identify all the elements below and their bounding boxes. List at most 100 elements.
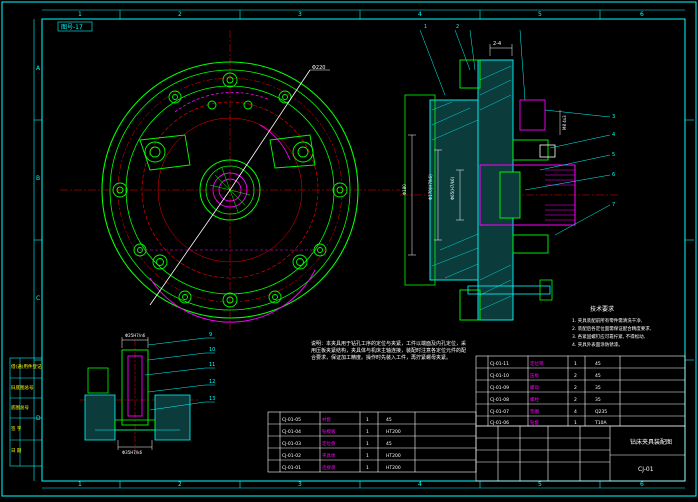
- svg-text:CJ-01-08: CJ-01-08: [490, 397, 509, 403]
- svg-text:2: 2: [178, 11, 182, 18]
- svg-text:1: 1: [366, 441, 369, 447]
- balloons-left: 9 10 11 12 13: [209, 332, 215, 402]
- dim-left-1: Φ180: [402, 184, 407, 195]
- svg-text:11: 11: [209, 362, 215, 368]
- svg-text:10: 10: [209, 347, 215, 353]
- svg-text:35: 35: [595, 397, 601, 403]
- svg-text:A: A: [36, 65, 41, 72]
- title-block: [475, 425, 686, 482]
- svg-text:旧底图总号: 旧底图总号: [11, 384, 34, 391]
- svg-text:2: 2: [574, 373, 577, 379]
- svg-text:D: D: [36, 415, 41, 422]
- svg-text:1: 1: [78, 481, 82, 488]
- diameter-label: Φ220: [312, 65, 325, 71]
- svg-text:4: 4: [612, 132, 615, 138]
- svg-text:3. 各紧固螺钉应可靠拧紧, 不得松动,: 3. 各紧固螺钉应可靠拧紧, 不得松动,: [572, 333, 645, 340]
- svg-text:1: 1: [366, 429, 369, 435]
- svg-text:衬套: 衬套: [322, 416, 331, 423]
- svg-text:CJ-01-09: CJ-01-09: [490, 385, 509, 391]
- svg-text:5: 5: [538, 481, 542, 488]
- svg-text:1: 1: [366, 417, 369, 423]
- svg-text:2: 2: [574, 385, 577, 391]
- svg-text:2: 2: [574, 397, 577, 403]
- svg-text:45: 45: [595, 361, 601, 367]
- svg-text:1: 1: [424, 24, 427, 30]
- svg-text:T10A: T10A: [594, 420, 607, 426]
- svg-text:6: 6: [640, 481, 644, 488]
- svg-text:CJ-01-06: CJ-01-06: [490, 420, 509, 426]
- center-note: 说明：本夹具用于钻孔工序的定位与夹紧，工件以端面及内孔定位，采用压板夹紧结构，夹…: [311, 341, 467, 361]
- svg-text:1: 1: [366, 453, 369, 459]
- svg-text:1: 1: [574, 420, 577, 426]
- svg-text:日 期: 日 期: [11, 448, 22, 454]
- svg-text:4: 4: [418, 11, 422, 18]
- svg-text:4: 4: [418, 481, 422, 488]
- svg-text:压板: 压板: [530, 372, 539, 379]
- svg-text:螺母: 螺母: [530, 384, 539, 391]
- svg-text:3: 3: [298, 481, 302, 488]
- zone-numbers: 123 456 123 456 ABCD: [36, 11, 644, 488]
- svg-text:签 字: 签 字: [11, 425, 22, 432]
- svg-text:CJ-01-04: CJ-01-04: [282, 429, 301, 435]
- svg-text:HT200: HT200: [386, 465, 401, 471]
- svg-text:5: 5: [538, 11, 542, 18]
- fit-top: Φ25H7/n6: [125, 333, 146, 338]
- svg-text:CJ-01-02: CJ-01-02: [282, 453, 301, 459]
- svg-text:35: 35: [595, 385, 601, 391]
- svg-text:垫圈: 垫圈: [530, 408, 539, 415]
- svg-text:借(通)用件登记: 借(通)用件登记: [11, 363, 42, 370]
- svg-text:1: 1: [574, 361, 577, 367]
- svg-text:45: 45: [595, 373, 601, 379]
- svg-text:2: 2: [178, 481, 182, 488]
- svg-text:9: 9: [209, 332, 212, 338]
- fit-bottom: Φ35H7/k6: [122, 450, 142, 455]
- cad-drawing-canvas: 123 456 123 456 ABCD 图号-17 Φ220 Φ180 Φ17…: [0, 0, 698, 498]
- drawing-sheet: 123 456 123 456 ABCD 图号-17 Φ220 Φ180 Φ17…: [1, 1, 697, 497]
- svg-text:6: 6: [640, 11, 644, 18]
- dim-left-2: Φ170(H7/k6): [428, 174, 433, 200]
- svg-text:CJ-01-11: CJ-01-11: [490, 361, 509, 367]
- left-stamp-column: 借(通)用件登记 旧底图总号 底图总号 签 字 日 期: [9, 357, 43, 467]
- title-block-code: CJ-01: [638, 466, 654, 473]
- svg-text:底图总号: 底图总号: [11, 404, 29, 411]
- svg-text:CJ-01-01: CJ-01-01: [282, 465, 301, 471]
- svg-text:夹具体: 夹具体: [322, 452, 336, 459]
- svg-text:12: 12: [209, 379, 215, 385]
- svg-text:定位盘: 定位盘: [322, 440, 336, 447]
- tech-title: 技术要求: [590, 305, 614, 313]
- svg-text:C: C: [36, 295, 40, 302]
- svg-text:7: 7: [612, 202, 615, 208]
- title-block-name: 钻床夹具装配图: [630, 438, 672, 446]
- svg-text:2. 装配后各定位面需保证配合精度要求,: 2. 装配后各定位面需保证配合精度要求,: [572, 325, 651, 332]
- dim-2-4: 2-4: [493, 41, 501, 47]
- svg-text:1: 1: [78, 11, 82, 18]
- svg-text:45: 45: [386, 441, 392, 447]
- tech-requirements: 技术要求 1. 夹具装配前所有零件需清洗干净, 2. 装配后各定位面需保证配合精…: [572, 305, 651, 348]
- svg-text:CJ-01-03: CJ-01-03: [282, 441, 301, 447]
- svg-text:2: 2: [456, 24, 459, 30]
- svg-text:CJ-01-07: CJ-01-07: [490, 409, 509, 415]
- section-view: Φ180 Φ170(H7/k6) Φ65(H7/k6) M8 4x3 2-4: [400, 29, 620, 321]
- svg-text:3: 3: [298, 11, 302, 18]
- svg-text:CJ-01-05: CJ-01-05: [282, 417, 301, 423]
- title-tag: 图号-17: [61, 24, 83, 31]
- svg-text:13: 13: [209, 396, 215, 402]
- svg-text:4: 4: [574, 409, 577, 415]
- svg-text:钻套: 钻套: [530, 419, 539, 426]
- svg-text:3: 3: [612, 114, 615, 120]
- svg-text:螺栓: 螺栓: [530, 396, 539, 403]
- svg-text:连接盘: 连接盘: [322, 464, 336, 471]
- svg-text:1. 夹具装配前所有零件需清洗干净,: 1. 夹具装配前所有零件需清洗干净,: [572, 317, 642, 324]
- svg-text:B: B: [36, 175, 40, 182]
- svg-text:6: 6: [612, 172, 615, 178]
- svg-text:钻模板: 钻模板: [322, 428, 336, 435]
- svg-text:Q235: Q235: [595, 409, 607, 415]
- svg-text:45: 45: [386, 417, 392, 423]
- svg-text:CJ-01-10: CJ-01-10: [490, 373, 509, 379]
- plan-view: Φ220: [60, 30, 400, 330]
- dim-left-3: Φ65(H7/k6): [450, 176, 455, 200]
- svg-text:1: 1: [366, 465, 369, 471]
- svg-text:5: 5: [612, 152, 615, 158]
- svg-text:4. 夹具外表面涂防锈漆。: 4. 夹具外表面涂防锈漆。: [572, 341, 623, 348]
- svg-text:HT200: HT200: [386, 429, 401, 435]
